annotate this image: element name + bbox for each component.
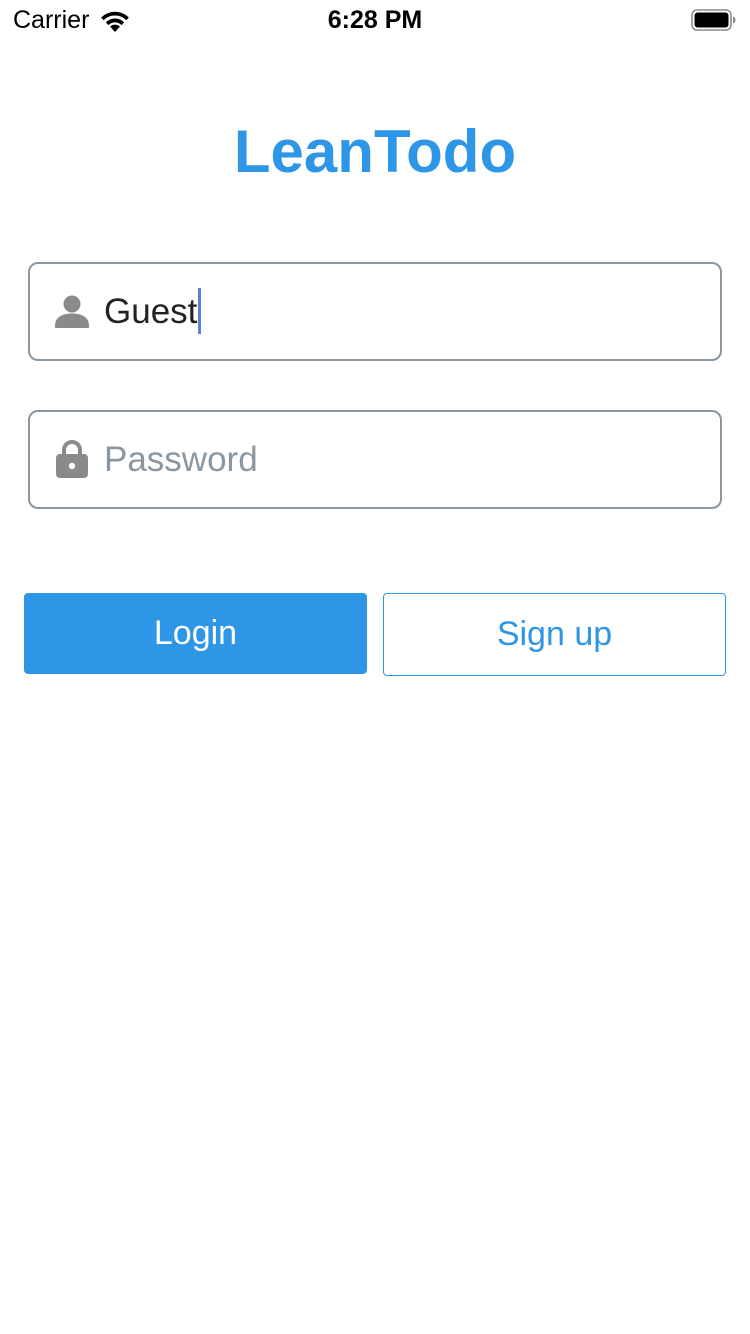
battery-full-icon — [691, 9, 736, 31]
person-icon — [55, 295, 89, 328]
password-input[interactable]: Password — [104, 412, 258, 507]
lock-icon — [56, 440, 88, 478]
login-button[interactable]: Login — [24, 593, 367, 674]
text-caret — [198, 287, 202, 334]
username-input[interactable]: Guest — [104, 264, 202, 359]
password-field[interactable]: Password — [28, 410, 722, 509]
status-time: 6:28 PM — [327, 6, 423, 34]
username-field[interactable]: Guest — [28, 262, 722, 361]
signup-button[interactable]: Sign up — [383, 593, 726, 676]
app-title: LeanTodo — [233, 118, 517, 185]
username-value: Guest — [104, 292, 198, 331]
status-bar: Carrier 6:28 PM — [0, 0, 750, 40]
